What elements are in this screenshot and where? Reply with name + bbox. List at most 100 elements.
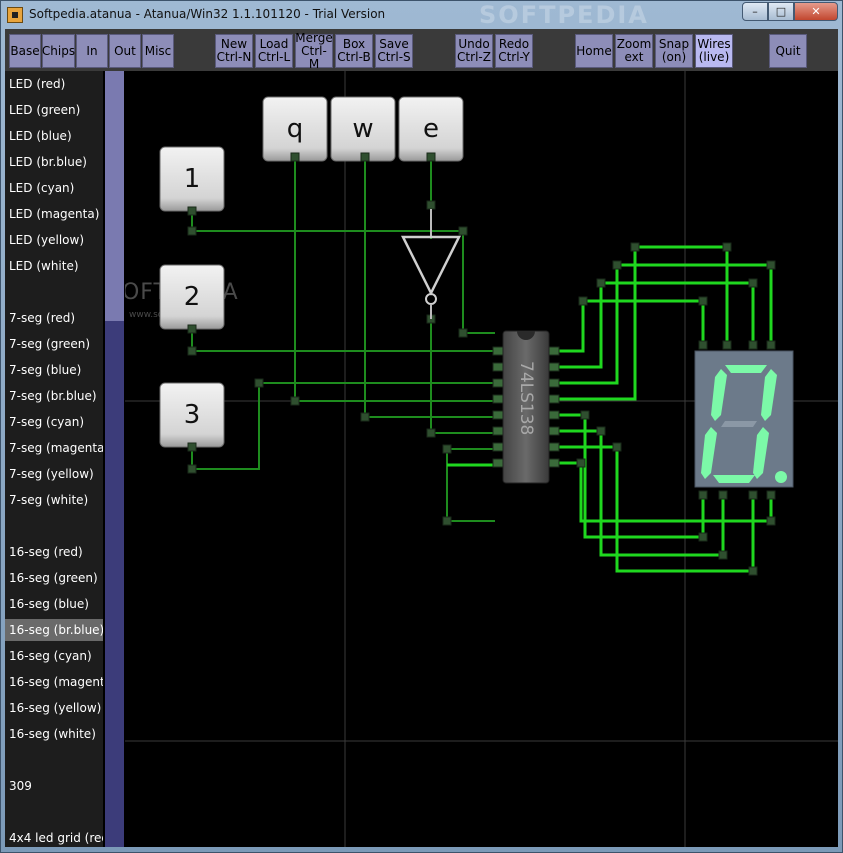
node [187, 324, 197, 334]
out-button-label: Out [114, 43, 136, 58]
list-item[interactable]: 7-seg (white) [9, 489, 103, 511]
node [698, 296, 708, 306]
seven-segment-display[interactable] [694, 340, 794, 500]
list-item[interactable]: LED (red) [9, 73, 103, 95]
box-button-shortcut: Ctrl-B [337, 50, 371, 64]
segment-a [725, 365, 767, 373]
list-item[interactable]: 4x4 led grid (red) [9, 827, 103, 847]
node [698, 532, 708, 542]
wire-q [294, 157, 495, 402]
misc-button[interactable]: Misc [142, 34, 174, 68]
list-item[interactable]: LED (yellow) [9, 229, 103, 251]
chips-button-label: Chips [41, 43, 76, 58]
chip-label: 74LS138 [516, 361, 536, 435]
node [290, 152, 300, 162]
list-item[interactable]: LED (white) [9, 255, 103, 277]
merge-button-shortcut: Ctrl-M [301, 43, 327, 71]
ic-74ls138[interactable]: 74LS138 [492, 330, 560, 484]
minimize-button[interactable]: – [742, 2, 768, 21]
chip-pin [548, 394, 560, 404]
chip-pin [548, 442, 560, 452]
list-item[interactable]: 7-seg (magenta) [9, 437, 103, 459]
wire-key2 [191, 329, 495, 352]
chips-button[interactable]: Chips [42, 34, 75, 68]
merge-button-label: Merge [295, 30, 333, 45]
not-gate[interactable] [400, 209, 462, 319]
maximize-button[interactable]: □ [768, 2, 794, 21]
box-button[interactable]: Box Ctrl-B [335, 34, 373, 68]
close-button[interactable]: ✕ [794, 2, 838, 21]
key-3[interactable]: 3 [159, 382, 225, 448]
list-item[interactable]: 7-seg (cyan) [9, 411, 103, 433]
new-button[interactable]: New Ctrl-N [215, 34, 253, 68]
load-button[interactable]: Load Ctrl-L [255, 34, 293, 68]
zoom-ext-button[interactable]: Zoom ext [615, 34, 653, 68]
display-pin [766, 490, 776, 500]
home-button-label: Home [576, 43, 612, 58]
node [187, 206, 197, 216]
list-scrollbar-thumb[interactable] [105, 71, 124, 321]
quit-button[interactable]: Quit [769, 34, 807, 68]
save-button[interactable]: Save Ctrl-S [375, 34, 413, 68]
wires-button[interactable]: Wires (live) [695, 34, 733, 68]
list-item-selected[interactable]: 16-seg (br.blue) [5, 619, 103, 641]
chip-pin [548, 378, 560, 388]
key-q-label: q [287, 114, 304, 144]
node [290, 396, 300, 406]
base-button[interactable]: Base [9, 34, 41, 68]
node [766, 516, 776, 526]
list-item[interactable]: 7-seg (yellow) [9, 463, 103, 485]
list-item[interactable]: LED (blue) [9, 125, 103, 147]
key-1[interactable]: 1 [159, 146, 225, 212]
base-button-label: Base [10, 43, 40, 58]
load-button-shortcut: Ctrl-L [257, 50, 291, 64]
chip-pin [492, 458, 504, 468]
in-button[interactable]: In [76, 34, 108, 68]
merge-button[interactable]: Merge Ctrl-M [295, 30, 333, 71]
node [596, 426, 606, 436]
key-q[interactable]: q [262, 96, 328, 162]
list-item[interactable]: 16-seg (yellow) [9, 697, 103, 719]
list-scrollbar[interactable] [105, 71, 124, 847]
list-item[interactable]: 16-seg (red) [9, 541, 103, 563]
window-title: Softpedia.atanua - Atanua/Win32 1.1.1011… [29, 7, 386, 21]
app-icon[interactable] [7, 7, 23, 23]
node [458, 328, 468, 338]
key-2[interactable]: 2 [159, 264, 225, 330]
snap-button[interactable]: Snap (on) [655, 34, 693, 68]
node [426, 200, 436, 210]
node [612, 442, 622, 452]
save-button-shortcut: Ctrl-S [377, 50, 411, 64]
not-gate-body [400, 235, 462, 296]
title-bar[interactable]: Softpedia.atanua - Atanua/Win32 1.1.1011… [1, 1, 843, 29]
list-item[interactable]: LED (green) [9, 99, 103, 121]
list-item[interactable]: 16-seg (green) [9, 567, 103, 589]
list-item[interactable]: LED (magenta) [9, 203, 103, 225]
chip-pin [548, 410, 560, 420]
circuit-canvas[interactable]: SOFTPEDIA www.softpedia.com [125, 71, 838, 847]
key-e[interactable]: e [398, 96, 464, 162]
home-button[interactable]: Home [575, 34, 613, 68]
wire-out-e [557, 413, 705, 539]
list-item[interactable]: 16-seg (white) [9, 723, 103, 745]
list-item[interactable]: LED (cyan) [9, 177, 103, 199]
out-button[interactable]: Out [109, 34, 141, 68]
list-item[interactable]: 16-seg (blue) [9, 593, 103, 615]
list-item[interactable]: 7-seg (blue) [9, 359, 103, 381]
list-item[interactable]: 16-seg (magenta [9, 671, 103, 693]
wire-key1 [191, 213, 495, 334]
list-item[interactable]: 16-seg (cyan) [9, 645, 103, 667]
circuit-svg[interactable]: SOFTPEDIA www.softpedia.com [125, 71, 838, 847]
list-item[interactable]: 7-seg (br.blue) [9, 385, 103, 407]
list-item[interactable]: 7-seg (green) [9, 333, 103, 355]
node [187, 442, 197, 452]
redo-button[interactable]: Redo Ctrl-Y [495, 34, 533, 68]
node [426, 428, 436, 438]
list-item[interactable]: 309 [9, 775, 103, 797]
key-w[interactable]: w [330, 96, 396, 162]
display-pin [698, 340, 708, 350]
wire-enable [446, 448, 495, 522]
list-item[interactable]: 7-seg (red) [9, 307, 103, 329]
list-item[interactable]: LED (br.blue) [9, 151, 103, 173]
undo-button[interactable]: Undo Ctrl-Z [455, 34, 493, 68]
